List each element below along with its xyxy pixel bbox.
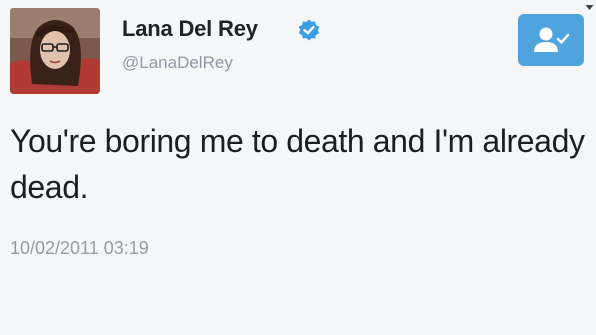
follow-button[interactable] — [518, 14, 584, 66]
handle[interactable]: @LanaDelRey — [122, 53, 233, 73]
display-name[interactable]: Lana Del Rey — [122, 16, 258, 42]
add-user-icon — [534, 27, 570, 52]
timestamp[interactable]: 10/02/2011 03:19 — [10, 238, 149, 259]
tweet-card: Lana Del Rey @LanaDelRey You're boring m… — [0, 0, 596, 335]
verified-badge-icon — [298, 19, 320, 41]
avatar[interactable] — [10, 8, 100, 94]
tweet-text: You're boring me to death and I'm alread… — [10, 123, 585, 205]
chevron-down-icon[interactable] — [585, 4, 594, 11]
